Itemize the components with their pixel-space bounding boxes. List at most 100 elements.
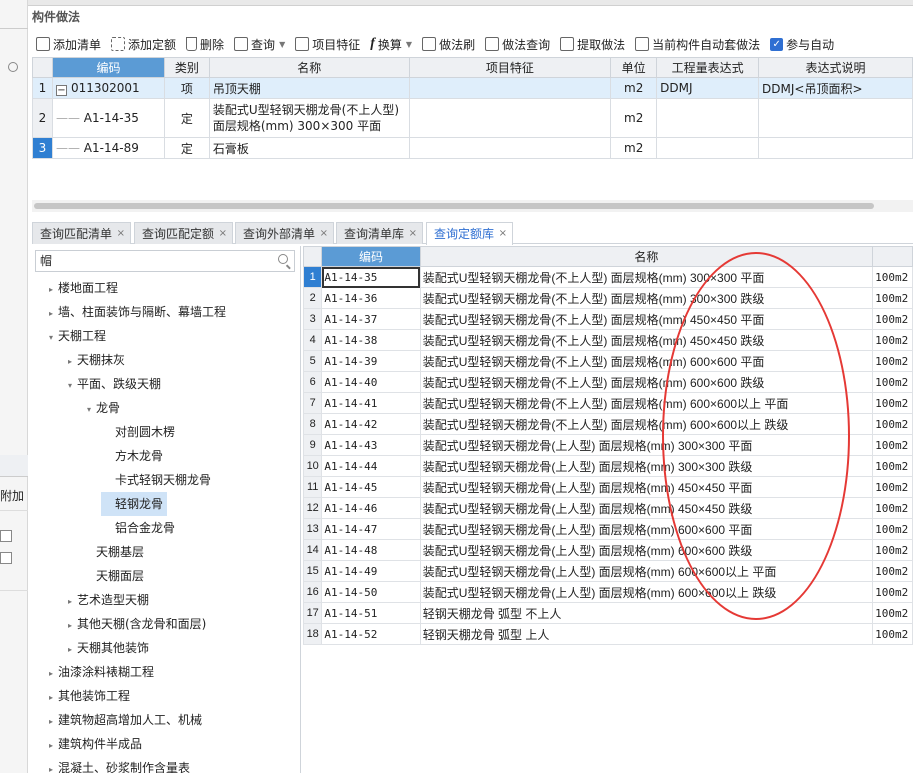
add-bill-button[interactable]: 添加清单 — [32, 33, 107, 55]
code-cell[interactable]: A1-14-39 — [321, 350, 421, 372]
desc-cell[interactable] — [758, 137, 913, 159]
search-icon[interactable] — [278, 254, 288, 264]
row-number[interactable]: 1 — [32, 77, 53, 99]
code-cell[interactable]: A1-14-45 — [321, 476, 421, 498]
code-cell[interactable]: A1-14-52 — [321, 623, 421, 645]
name-cell[interactable]: 石膏板 — [208, 137, 410, 159]
header-code[interactable]: 编码 — [321, 246, 421, 267]
name-cell[interactable]: 装配式U型轻钢天棚龙骨(不上人型) 面层规格(mm) 600×600 平面 — [419, 350, 874, 372]
caret-down-icon[interactable]: ▾ — [82, 398, 96, 422]
tab-match-bill[interactable]: 查询匹配清单 × — [32, 222, 132, 245]
expr-cell[interactable] — [656, 137, 760, 159]
unit-cell[interactable]: 100m2 — [872, 476, 913, 498]
table-row[interactable]: 1 A1-14-35 装配式U型轻钢天棚龙骨(不上人型) 面层规格(mm) 300×… — [302, 266, 913, 288]
code-cell[interactable]: A1-14-50 — [321, 581, 421, 603]
header-feature[interactable]: 项目特征 — [408, 57, 612, 78]
close-icon[interactable]: × — [117, 223, 125, 245]
code-cell[interactable]: A1-14-48 — [321, 539, 421, 561]
header-name[interactable]: 名称 — [419, 246, 874, 267]
name-cell[interactable]: 装配式U型轻钢天棚龙骨(不上人型) 面层规格(mm) 300×300 平面 — [419, 266, 874, 288]
code-cell[interactable]: A1-14-49 — [321, 560, 421, 582]
horizontal-scrollbar[interactable] — [32, 200, 913, 212]
row-number[interactable]: 11 — [302, 476, 323, 498]
unit-cell[interactable]: 100m2 — [872, 497, 913, 519]
tree-item[interactable]: ▸ 其他天棚(含龙骨和面层) — [63, 612, 206, 636]
table-row[interactable]: 3 —— A1-14-89 定 石膏板 m2 — [32, 137, 913, 159]
table-row[interactable]: 2 —— A1-14-35 定 装配式U型轻钢天棚龙骨(不上人型) 面层规格(mm… — [32, 98, 913, 138]
caret-right-icon[interactable]: ▸ — [44, 278, 58, 302]
unit-cell[interactable]: 100m2 — [872, 581, 913, 603]
unit-cell[interactable]: m2 — [610, 77, 658, 99]
caret-right-icon[interactable]: ▸ — [44, 758, 58, 773]
unit-cell[interactable]: 100m2 — [872, 287, 913, 309]
participate-auto-checkbox[interactable]: ✓ 参与自动 — [766, 33, 840, 55]
tree-item[interactable]: ▸ 混凝土、砂浆制作含量表 — [44, 756, 190, 773]
table-row[interactable]: 13 A1-14-47 装配式U型轻钢天棚龙骨(上人型) 面层规格(mm) 600×… — [302, 518, 913, 540]
tab-quota-library[interactable]: 查询定额库 × — [426, 222, 514, 245]
table-row[interactable]: 6 A1-14-40 装配式U型轻钢天棚龙骨(不上人型) 面层规格(mm) 600×… — [302, 371, 913, 393]
header-name[interactable]: 名称 — [208, 57, 410, 78]
unit-cell[interactable]: 100m2 — [872, 602, 913, 624]
name-cell[interactable]: 装配式U型轻钢天棚龙骨(不上人型) 面层规格(mm) 300×300 平面 — [208, 98, 410, 138]
unit-cell[interactable]: 100m2 — [872, 560, 913, 582]
tree-item[interactable]: ▸ 建筑构件半成品 — [44, 732, 142, 756]
header-unit[interactable]: 单位 — [610, 57, 658, 78]
method-brush-button[interactable]: 做法刷 — [418, 33, 481, 55]
row-number[interactable]: 7 — [302, 392, 323, 414]
type-cell[interactable]: 定 — [163, 137, 210, 159]
unit-cell[interactable]: 100m2 — [872, 455, 913, 477]
caret-right-icon[interactable]: ▸ — [63, 590, 77, 614]
table-row[interactable]: 12 A1-14-46 装配式U型轻钢天棚龙骨(上人型) 面层规格(mm) 450×… — [302, 497, 913, 519]
row-number[interactable]: 12 — [302, 497, 323, 519]
code-cell[interactable]: A1-14-51 — [321, 602, 421, 624]
tree-item[interactable]: ▾ 平面、跌级天棚 — [63, 372, 161, 396]
table-row[interactable]: 8 A1-14-42 装配式U型轻钢天棚龙骨(不上人型) 面层规格(mm) 600×… — [302, 413, 913, 435]
name-cell[interactable]: 装配式U型轻钢天棚龙骨(不上人型) 面层规格(mm) 600×600以上 跌级 — [419, 413, 874, 435]
tree-item[interactable]: 轻钢龙骨 — [101, 492, 168, 516]
delete-button[interactable]: 删除 — [182, 33, 230, 55]
scrollbar-thumb[interactable] — [34, 203, 874, 209]
tree-item[interactable]: 方木龙骨 — [101, 444, 163, 468]
table-row[interactable]: 9 A1-14-43 装配式U型轻钢天棚龙骨(上人型) 面层规格(mm) 300×3… — [302, 434, 913, 456]
close-icon[interactable]: × — [219, 223, 227, 245]
caret-down-icon[interactable]: ▾ — [63, 374, 77, 398]
header-unit[interactable] — [872, 246, 913, 267]
caret-right-icon[interactable]: ▸ — [63, 614, 77, 638]
expr-cell[interactable] — [656, 98, 760, 138]
caret-right-icon[interactable]: ▸ — [44, 686, 58, 710]
row-number[interactable]: 3 — [32, 137, 53, 159]
code-cell[interactable]: A1-14-35 — [321, 266, 421, 288]
row-number[interactable]: 4 — [302, 329, 323, 351]
name-cell[interactable]: 装配式U型轻钢天棚龙骨(不上人型) 面层规格(mm) 450×450 跌级 — [419, 329, 874, 351]
name-cell[interactable]: 装配式U型轻钢天棚龙骨(不上人型) 面层规格(mm) 300×300 跌级 — [419, 287, 874, 309]
query-button[interactable]: 查询 ▼ — [230, 33, 291, 55]
table-row[interactable]: 10 A1-14-44 装配式U型轻钢天棚龙骨(上人型) 面层规格(mm) 300×… — [302, 455, 913, 477]
name-cell[interactable]: 轻钢天棚龙骨 弧型 不上人 — [419, 602, 874, 624]
name-cell[interactable]: 装配式U型轻钢天棚龙骨(不上人型) 面层规格(mm) 600×600以上 平面 — [419, 392, 874, 414]
code-cell[interactable]: −011302001 — [51, 77, 165, 99]
code-cell[interactable]: A1-14-36 — [321, 287, 421, 309]
row-number[interactable]: 13 — [302, 518, 323, 540]
tree-item[interactable]: ▸ 油漆涂料裱糊工程 — [44, 660, 154, 684]
row-number[interactable]: 1 — [302, 266, 323, 288]
row-number[interactable]: 16 — [302, 581, 323, 603]
unit-cell[interactable]: 100m2 — [872, 434, 913, 456]
code-cell[interactable]: A1-14-41 — [321, 392, 421, 414]
name-cell[interactable]: 装配式U型轻钢天棚龙骨(上人型) 面层规格(mm) 450×450 跌级 — [419, 497, 874, 519]
table-row[interactable]: 15 A1-14-49 装配式U型轻钢天棚龙骨(上人型) 面层规格(mm) 600×… — [302, 560, 913, 582]
table-row[interactable]: 5 A1-14-39 装配式U型轻钢天棚龙骨(不上人型) 面层规格(mm) 600×… — [302, 350, 913, 372]
name-cell[interactable]: 轻钢天棚龙骨 弧型 上人 — [419, 623, 874, 645]
caret-right-icon[interactable]: ▸ — [63, 350, 77, 374]
name-cell[interactable]: 装配式U型轻钢天棚龙骨(不上人型) 面层规格(mm) 600×600 跌级 — [419, 371, 874, 393]
name-cell[interactable]: 装配式U型轻钢天棚龙骨(上人型) 面层规格(mm) 600×600以上 跌级 — [419, 581, 874, 603]
row-number[interactable]: 5 — [302, 350, 323, 372]
collapse-icon[interactable]: − — [55, 84, 67, 96]
side-checkbox-2[interactable] — [0, 552, 12, 564]
unit-cell[interactable]: 100m2 — [872, 623, 913, 645]
desc-cell[interactable]: DDMJ<吊顶面积> — [758, 77, 913, 99]
table-row[interactable]: 11 A1-14-45 装配式U型轻钢天棚龙骨(上人型) 面层规格(mm) 450×… — [302, 476, 913, 498]
name-cell[interactable]: 装配式U型轻钢天棚龙骨(上人型) 面层规格(mm) 600×600 跌级 — [419, 539, 874, 561]
unit-cell[interactable]: m2 — [610, 137, 658, 159]
caret-down-icon[interactable]: ▾ — [44, 326, 58, 350]
code-cell[interactable]: A1-14-44 — [321, 455, 421, 477]
